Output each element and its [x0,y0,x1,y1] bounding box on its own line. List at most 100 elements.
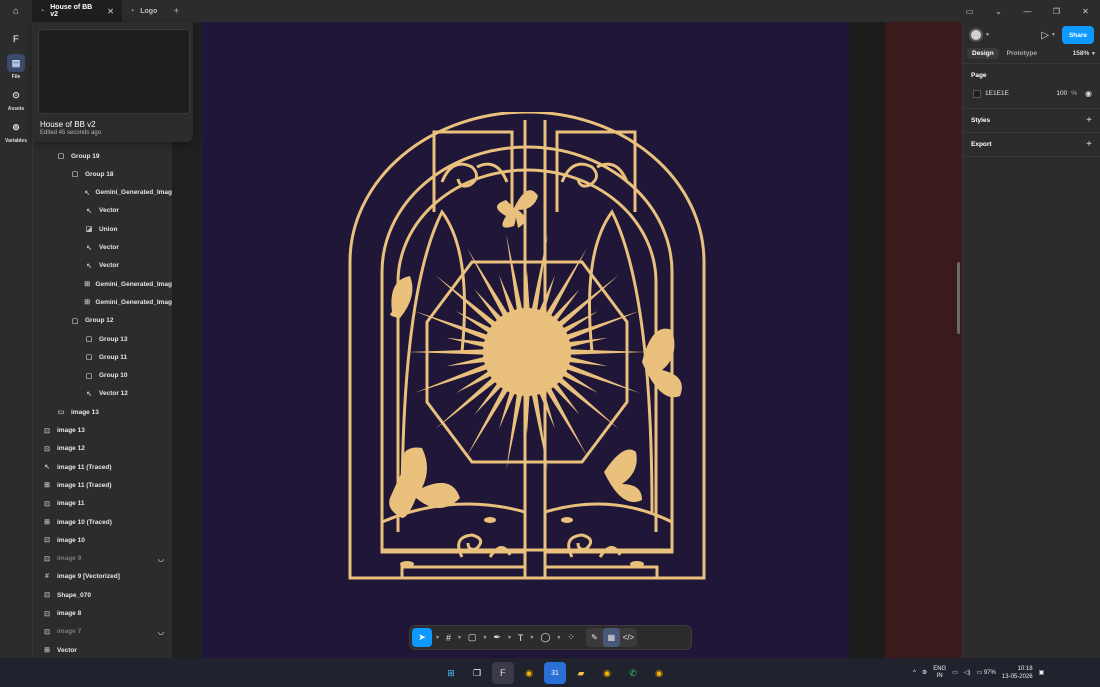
battery-status[interactable]: ▭ 97% [977,669,996,676]
chevron-down-icon[interactable]: ▼ [555,628,562,647]
home-icon[interactable]: ⌂ [0,0,32,22]
folder-icon[interactable]: ▰ [570,662,592,684]
vertical-scrollbar[interactable] [957,262,960,334]
assets-icon[interactable]: ⊙ [7,86,25,104]
avatar[interactable] [969,28,983,42]
dev-mode[interactable]: </> [620,628,637,647]
gate-sun-artwork[interactable] [342,112,712,582]
volume-icon[interactable]: ◁) [964,669,971,676]
chevron-down-icon[interactable]: ⌄ [984,0,1013,22]
layer-row[interactable]: ▢ Group 11 [33,348,172,366]
chevron-down-icon[interactable]: ▼ [481,628,488,647]
chrome-icon[interactable]: ◉ [648,662,670,684]
rail-item-assets[interactable]: ⊙ Assets [0,86,32,113]
move-tool[interactable]: ➤ [412,628,432,647]
clock[interactable]: 10:18 13-05-2026 [1002,665,1033,681]
comment-tool[interactable]: ◯ [537,628,553,647]
layer-row[interactable]: ◪ Union [33,220,172,238]
variables-icon[interactable]: ⊚ [7,118,25,136]
chevron-down-icon[interactable]: ▼ [456,628,463,647]
layer-row[interactable]: ⊞ Vector [33,641,172,658]
layer-row[interactable]: ↖ Vector [33,239,172,257]
add-export-icon[interactable]: + [1086,139,1092,150]
layer-row[interactable]: ⊡ image 7 ◡ [33,623,172,641]
figma-app-icon[interactable]: ᖴ [492,662,514,684]
monitor-icon[interactable]: ▭ [952,669,958,676]
chevron-down-icon[interactable]: ▼ [1051,32,1056,38]
close-icon[interactable]: ✕ [107,7,114,16]
color-swatch[interactable] [973,89,981,98]
layer-row[interactable]: ⊞ Gemini_Generated_Imag [33,275,172,293]
share-button[interactable]: Share [1062,26,1094,44]
task-view-icon[interactable]: ❐ [466,662,488,684]
tab-logo[interactable]: ◔ Logo [122,0,165,22]
tab-design[interactable]: Design [967,48,999,59]
layer-row[interactable]: ▢ Group 18 [33,165,172,183]
layer-row[interactable]: ▢ Group 19 [33,147,172,165]
figma-menu[interactable]: ᖴ [0,30,32,48]
design-mode[interactable]: ▦ [602,628,620,647]
layer-row[interactable]: ▢ Group 10 [33,367,172,385]
layer-row[interactable]: ▢ Group 12 [33,312,172,330]
file-card[interactable]: House of BB v2 Edited 45 seconds ago [33,22,193,142]
chevron-down-icon[interactable]: ▼ [434,628,441,647]
layer-row[interactable]: ↖ Vector [33,202,172,220]
language-indicator[interactable]: ENG IN [933,666,946,680]
sidebar-toggle-icon[interactable]: ▭ [955,0,984,22]
tab-prototype[interactable]: Prototype [1002,48,1042,59]
layer-row[interactable]: ↖ image 11 (Traced) [33,458,172,476]
page-color-value[interactable]: 1E1E1E [985,90,1009,97]
tab-house-of-bb[interactable]: ◔ House of BB v2 ✕ [32,0,122,22]
layer-row[interactable]: ▢ Group 13 [33,330,172,348]
minimize-button[interactable]: — [1013,0,1042,22]
present-icon[interactable]: ▷ [1041,30,1049,41]
chrome-icon[interactable]: ◉ [596,662,618,684]
layer-row[interactable]: ⊡ image 12 [33,440,172,458]
start-icon[interactable]: ⊞ [440,662,462,684]
page-opacity-value[interactable]: 100 [1056,90,1067,97]
shape-tool[interactable]: ▢ [465,628,480,647]
page-color-row[interactable]: 1E1E1E 100 % ◉ [971,89,1092,98]
chrome-icon[interactable]: ◉ [518,662,540,684]
calendar-icon[interactable]: 31 [544,662,566,684]
layer-row[interactable]: ⊞ image 10 (Traced) [33,513,172,531]
eye-closed-icon[interactable]: ◡ [158,555,164,563]
whatsapp-icon[interactable]: ✆ [622,662,644,684]
text-tool[interactable]: T [515,628,527,647]
new-tab-button[interactable]: + [165,6,187,17]
layer-row[interactable]: ⊡ Shape_070 [33,586,172,604]
layer-row[interactable]: ⊡ image 11 [33,495,172,513]
eye-icon[interactable]: ◉ [1085,89,1092,98]
layer-row[interactable]: ⊡ image 8 [33,605,172,623]
chevron-up-icon[interactable]: ^ [913,670,916,676]
close-window-button[interactable]: ✕ [1071,0,1100,22]
layer-row[interactable]: ⊞ Gemini_Generated_Imag [33,293,172,311]
adjacent-frame-red[interactable] [885,22,962,658]
rail-item-file[interactable]: ▤ File [0,54,32,80]
chevron-down-icon[interactable]: ▼ [506,628,513,647]
pen-tool[interactable]: ✒ [490,628,504,647]
actions-tool[interactable]: ⁘ [564,628,578,647]
adjacent-frame[interactable] [849,22,885,658]
frame-tool[interactable]: # [443,628,454,647]
chevron-down-icon[interactable]: ▼ [528,628,535,647]
layer-row[interactable]: ▭ image 13 [33,403,172,421]
add-style-icon[interactable]: + [1086,115,1092,126]
chevron-down-icon[interactable]: ▼ [985,32,990,38]
layer-row[interactable]: ⊡ image 13 [33,422,172,440]
figma-logo-icon[interactable]: ᖴ [7,30,25,48]
zoom-level[interactable]: 158% ▼ [1073,50,1096,57]
layer-row[interactable]: ↖ Vector [33,257,172,275]
layer-row[interactable]: ⊡ image 10 [33,531,172,549]
file-icon[interactable]: ▤ [7,54,25,72]
layer-row[interactable]: ⊞ image 11 (Traced) [33,476,172,494]
notification-icon[interactable]: ▣ [1039,669,1045,676]
layer-row[interactable]: ⊡ image 9 ◡ [33,550,172,568]
layer-row[interactable]: # image 9 [Vectorized] [33,568,172,586]
restore-button[interactable]: ❐ [1042,0,1071,22]
rail-item-variables[interactable]: ⊚ Variables [0,118,32,145]
draw-mode[interactable]: ✎ [586,628,603,647]
canvas[interactable]: ➤▼#▼▢▼✒▼T▼◯▼⁘ ✎▦</> ? [172,22,962,658]
layer-row[interactable]: ↖ Vector 12 [33,385,172,403]
layer-row[interactable]: ↖ Gemini_Generated_Imag [33,184,172,202]
